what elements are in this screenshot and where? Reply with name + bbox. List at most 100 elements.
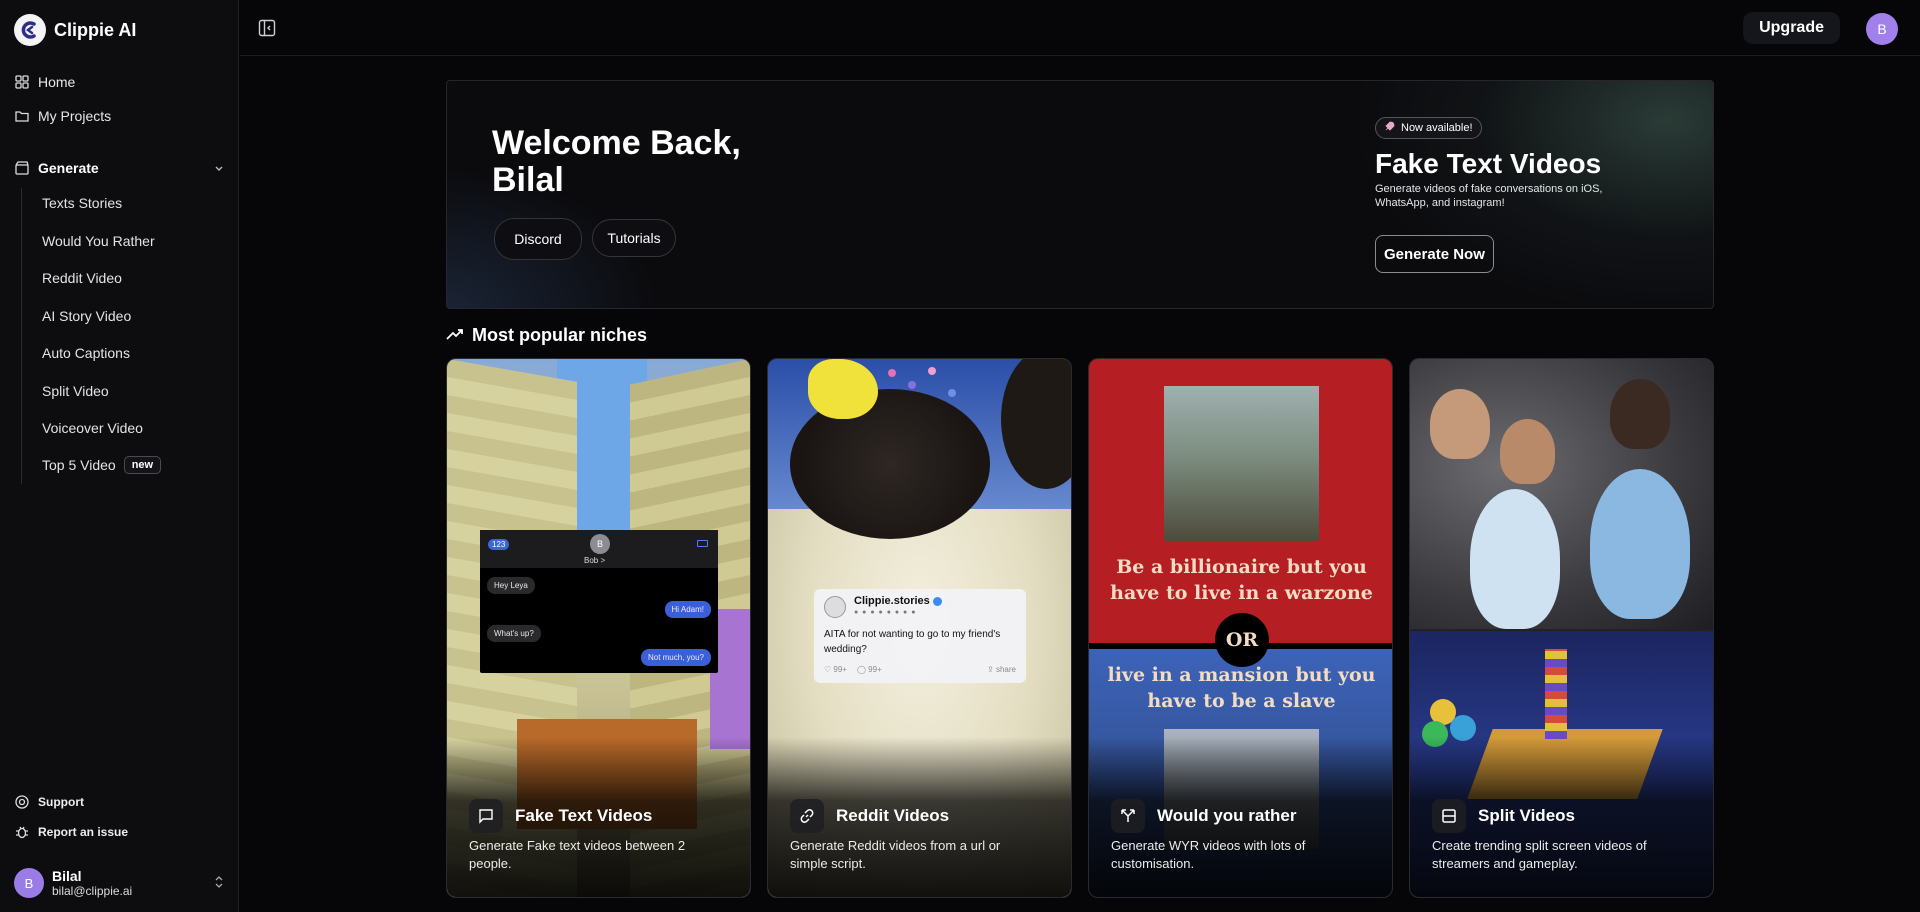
- clapperboard-icon: [14, 160, 30, 176]
- new-badge: new: [123, 456, 162, 474]
- chevrons-up-down-icon: [214, 875, 224, 892]
- card-title: Fake Text Videos: [515, 806, 653, 825]
- link-icon: [790, 799, 824, 833]
- card-description: Generate WYR videos with lots of customi…: [1111, 838, 1306, 871]
- sidebar-collapse-icon[interactable]: [258, 19, 276, 37]
- thumbnail-person: [1590, 469, 1690, 619]
- sidebar-item-label: Reddit Video: [42, 270, 122, 286]
- topbar: Upgrade B: [240, 0, 1920, 56]
- sidebar-item-label: Texts Stories: [42, 195, 123, 211]
- sidebar-item-label: Top 5 Video: [42, 457, 116, 473]
- chat-bubble-out: Not much, you?: [640, 649, 711, 666]
- sidebar-item-my-projects[interactable]: My Projects: [14, 108, 111, 124]
- chat-bubble-in: Hey Leya: [487, 577, 535, 594]
- verified-icon: [932, 596, 942, 606]
- comment-count: 99+: [868, 665, 882, 674]
- status-badge: Now available!: [1375, 117, 1482, 139]
- sidebar-item-split-video[interactable]: Split Video: [42, 383, 109, 399]
- chat-preview: 123 B Bob > Hey Leya Hi Adam! What's up?…: [480, 530, 718, 673]
- section-title-label: Most popular niches: [472, 325, 648, 345]
- sidebar-generate-toggle[interactable]: Generate: [14, 160, 224, 176]
- sidebar-item-label: Home: [38, 74, 76, 90]
- promo-description: Generate videos of fake conversations on…: [1375, 183, 1603, 209]
- user-email: bilal@clippie.ai: [52, 884, 133, 898]
- bug-icon: [14, 824, 30, 840]
- sidebar-item-label: AI Story Video: [42, 308, 132, 324]
- niche-card-would-you-rather[interactable]: Be a billionaire but you have to live in…: [1088, 358, 1393, 898]
- grid-icon: [14, 74, 30, 90]
- wyr-or-badge: OR: [1215, 613, 1269, 667]
- sidebar-item-label: Split Video: [42, 383, 109, 399]
- sidebar-item-voiceover-video[interactable]: Voiceover Video: [42, 420, 143, 436]
- sidebar-item-label: Would You Rather: [42, 233, 155, 249]
- thumbnail-person: [1430, 389, 1490, 459]
- sidebar-item-report-issue[interactable]: Report an issue: [14, 824, 128, 840]
- brand[interactable]: Clippie AI: [14, 14, 136, 46]
- promo-title: Fake Text Videos: [1375, 148, 1602, 179]
- chat-back-badge: 123: [488, 539, 510, 550]
- card-header: Would you rather: [1111, 799, 1296, 833]
- user-name: Bilal: [52, 868, 82, 884]
- chat-contact-name: Bob >: [584, 556, 606, 565]
- chevron-down-icon: [214, 160, 224, 176]
- card-title: Reddit Videos: [836, 806, 950, 825]
- submenu-divider: [21, 188, 22, 484]
- sidebar-item-ai-story-video[interactable]: AI Story Video: [42, 308, 131, 324]
- comment-icon: ◯ 99+: [856, 665, 882, 674]
- heart-icon: ♡ 99+: [824, 665, 847, 674]
- chat-bubble-in: What's up?: [487, 625, 541, 642]
- avatar[interactable]: B: [1866, 13, 1898, 45]
- upgrade-button[interactable]: Upgrade: [1743, 12, 1840, 44]
- sidebar: Clippie AI Home My Projects Generate Tex…: [0, 0, 239, 912]
- clippie-logo-icon: [14, 14, 46, 46]
- message-square-icon: [469, 799, 503, 833]
- sidebar-item-home[interactable]: Home: [14, 74, 75, 90]
- tutorials-button[interactable]: Tutorials: [592, 219, 676, 257]
- like-count: 99+: [833, 665, 847, 674]
- section-title: Most popular niches: [446, 325, 647, 346]
- generate-now-button[interactable]: Generate Now: [1375, 235, 1494, 273]
- card-title: Would you rather: [1157, 806, 1297, 825]
- thumbnail-tower: [1545, 649, 1567, 739]
- sidebar-item-would-you-rather[interactable]: Would You Rather: [42, 233, 155, 249]
- sidebar-item-auto-captions[interactable]: Auto Captions: [42, 345, 130, 361]
- sidebar-item-label: Auto Captions: [42, 345, 130, 361]
- user-menu[interactable]: B Bilal bilal@clippie.ai: [14, 868, 224, 898]
- chat-bubble-out: Hi Adam!: [664, 601, 711, 618]
- sidebar-item-texts-stories[interactable]: Texts Stories: [42, 195, 122, 211]
- sidebar-item-label: My Projects: [38, 108, 112, 124]
- video-camera-icon: [697, 540, 708, 547]
- niche-card-fake-text[interactable]: 123 B Bob > Hey Leya Hi Adam! What's up?…: [446, 358, 751, 898]
- reddit-avatar: [824, 596, 846, 618]
- card-description: Create trending split screen videos of s…: [1432, 838, 1647, 871]
- card-description: Generate Fake text videos between 2 peop…: [469, 838, 686, 871]
- card-header: Reddit Videos: [790, 799, 949, 833]
- thumbnail-sprinkle: [888, 369, 896, 377]
- sidebar-item-support[interactable]: Support: [14, 794, 84, 810]
- sidebar-item-label: Support: [38, 795, 84, 809]
- discord-button[interactable]: Discord: [494, 218, 582, 260]
- folder-icon: [14, 108, 30, 124]
- share-icon: ⇪ share: [987, 665, 1016, 674]
- user-info: Bilal bilal@clippie.ai: [52, 868, 132, 898]
- card-header: Fake Text Videos: [469, 799, 652, 833]
- thumbnail-flower: [808, 359, 878, 419]
- wyr-option-a-text: Be a billionaire but you have to live in…: [1110, 556, 1373, 604]
- card-header: Split Videos: [1432, 799, 1575, 833]
- niche-card-reddit[interactable]: Clippie.stories ● ● ● ● ● ● ● ● AITA for…: [767, 358, 1072, 898]
- avatar: B: [14, 868, 44, 898]
- rocket-icon: [1384, 121, 1395, 135]
- chat-avatar: B: [590, 534, 610, 554]
- status-badge-label: Now available!: [1401, 122, 1473, 134]
- trending-up-icon: [446, 325, 464, 346]
- niche-card-split-videos[interactable]: Split Videos Create trending split scree…: [1409, 358, 1714, 898]
- reddit-username-label: Clippie.stories: [854, 595, 930, 607]
- page-title: Welcome Back, Bilal: [492, 124, 741, 199]
- reddit-username: Clippie.stories: [854, 595, 942, 607]
- reddit-post-text: AITA for not wanting to go to my friend'…: [824, 629, 1001, 655]
- sidebar-item-top-5-video[interactable]: Top 5 Video new: [42, 456, 162, 474]
- sidebar-item-reddit-video[interactable]: Reddit Video: [42, 270, 122, 286]
- sidebar-item-label: Report an issue: [38, 825, 129, 839]
- chat-header: 123 B Bob >: [480, 530, 718, 568]
- card-description: Generate Reddit videos from a url or sim…: [790, 838, 1001, 871]
